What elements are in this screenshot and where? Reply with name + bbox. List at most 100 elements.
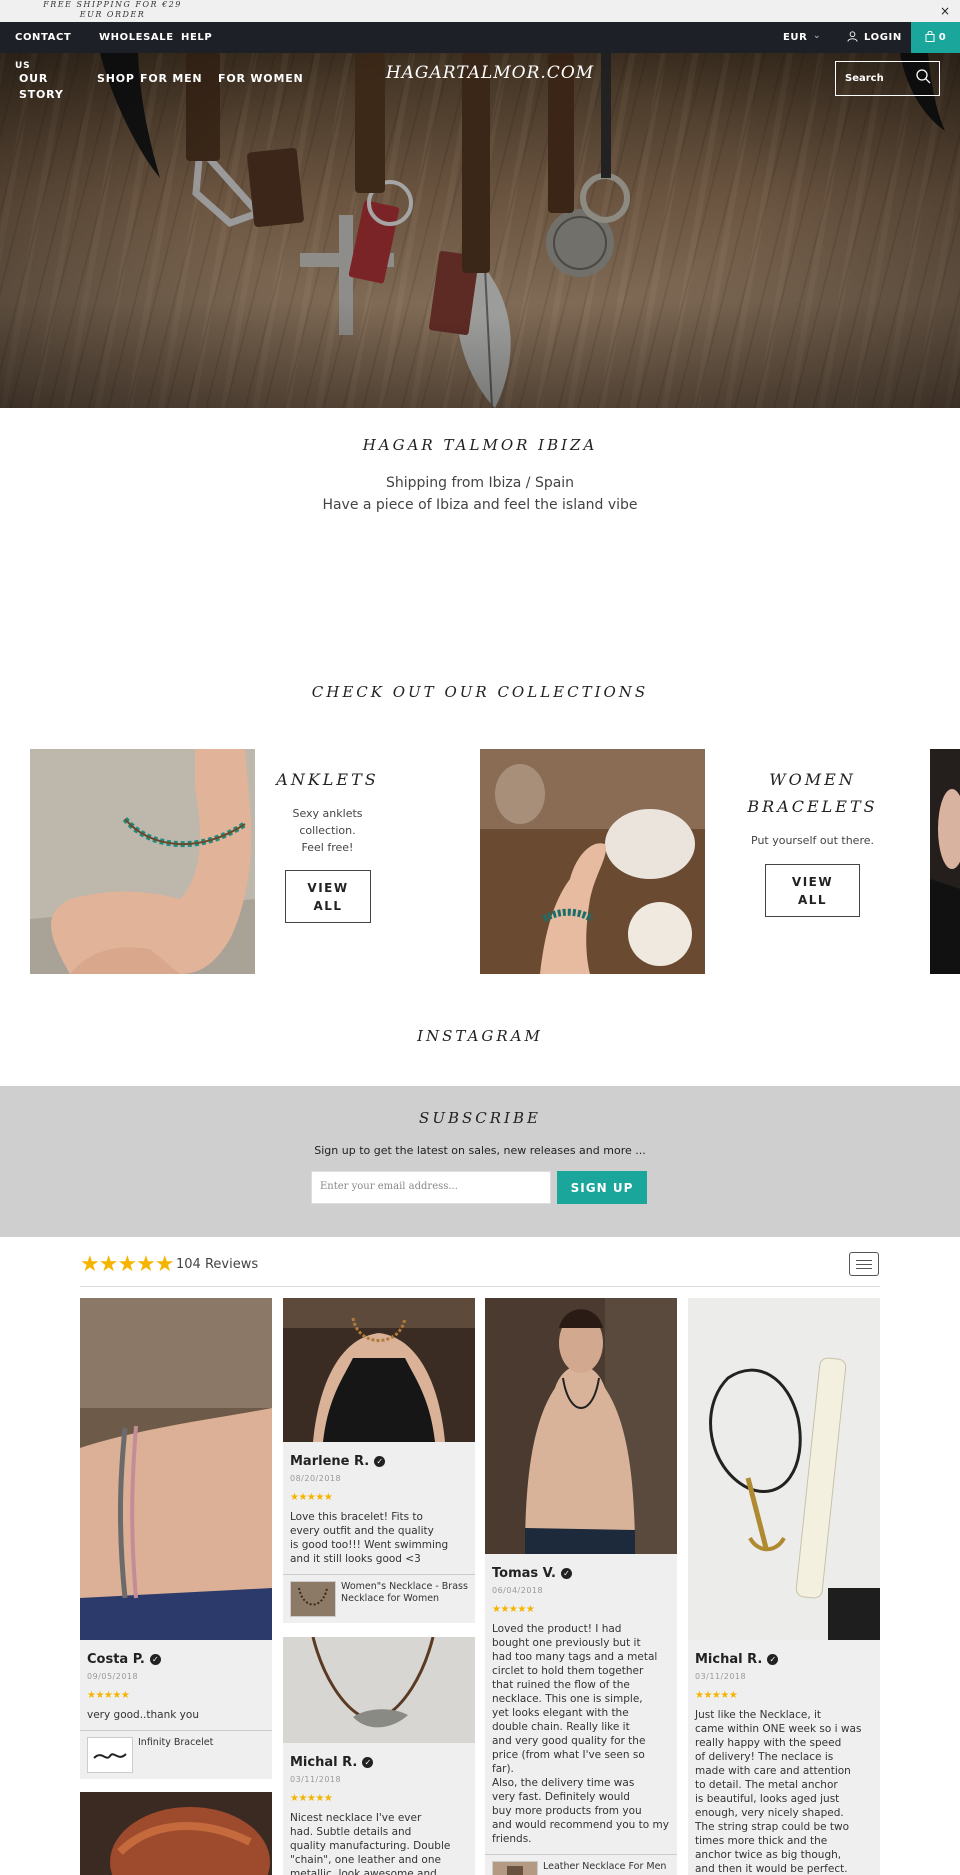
review-product[interactable]: Women"s Necklace - Brass Necklace for Wo…: [283, 1574, 475, 1623]
review-stars: ★★★★★: [290, 1492, 333, 1503]
review-product[interactable]: Leather Necklace For Men: [485, 1854, 677, 1875]
women-bracelets-title-line-2: BRACELETS: [747, 797, 878, 816]
review-card[interactable]: Costa P. ✓ 09/05/2018 ★★★★★ very good..th…: [80, 1298, 272, 1779]
nav-for-women[interactable]: FOR WOMEN: [218, 72, 304, 85]
intro-title: HAGAR TALMOR IBIZA: [362, 436, 598, 454]
hero-overlay: [0, 53, 960, 408]
subscribe-text: Sign up to get the latest on sales, new …: [314, 1144, 646, 1157]
reviewer-name: Costa P.: [87, 1652, 145, 1667]
nav-our[interactable]: OUR: [19, 72, 48, 85]
review-date: 03/11/2018: [695, 1672, 747, 1681]
review-card[interactable]: Michal R. ✓ 03/11/2018 ★★★★★ Just like th…: [688, 1298, 880, 1875]
verified-check-icon: ✓: [767, 1654, 779, 1665]
search-input[interactable]: Search: [845, 73, 884, 84]
product-thumbnail[interactable]: [87, 1737, 133, 1773]
subscribe-section: SUBSCRIBE Sign up to get the latest on s…: [0, 1086, 960, 1237]
review-card[interactable]: Marlene R. ✓ 08/20/2018 ★★★★★ Love this b…: [283, 1298, 475, 1623]
reviewer-name: Marlene R.: [290, 1454, 370, 1469]
product-thumbnail[interactable]: [492, 1861, 538, 1875]
reviews-header: ★★★★★ 104 Reviews: [80, 1252, 880, 1287]
email-field[interactable]: Enter your email address...: [311, 1171, 551, 1204]
review-card[interactable]: [80, 1792, 272, 1875]
nav-shop[interactable]: SHOP: [97, 72, 135, 85]
cart-count: 0: [938, 32, 947, 43]
next-collection-image[interactable]: [930, 749, 960, 974]
anklets-desc-2: collection.: [299, 824, 356, 837]
announcement-text: FREE SHIPPING FOR €29 EUR ORDER: [43, 0, 182, 19]
women-bracelets-view-label: VIEW: [791, 874, 834, 889]
wholesale-link[interactable]: WHOLESALE: [99, 32, 174, 43]
verified-check-icon: ✓: [374, 1456, 386, 1467]
currency-selector[interactable]: EUR: [783, 32, 807, 43]
help-link[interactable]: HELP: [181, 32, 212, 43]
women-bracelets-image[interactable]: [480, 749, 705, 974]
anklets-title: ANKLETS: [276, 770, 379, 789]
anklets-image[interactable]: [30, 749, 255, 974]
review-body: Just like the Necklace, it came within O…: [695, 1709, 862, 1875]
review-stars: ★★★★★: [492, 1604, 535, 1615]
reviews-rating-stars: ★★★★★: [80, 1252, 175, 1277]
intro-line-2: Have a piece of Ibiza and feel the islan…: [322, 497, 638, 513]
reviews-menu-icon[interactable]: [849, 1252, 879, 1276]
reviewer-name: Michal R.: [695, 1652, 763, 1667]
reviewer-name: Tomas V.: [492, 1566, 556, 1581]
product-name[interactable]: Women"s Necklace - Brass Necklace for Wo…: [341, 1581, 468, 1617]
review-body: Loved the product! I had bought one prev…: [492, 1623, 669, 1845]
women-bracelets-desc: Put yourself out there.: [751, 834, 874, 847]
product-name[interactable]: Leather Necklace For Men: [543, 1861, 666, 1875]
nav-story[interactable]: STORY: [19, 88, 64, 101]
review-date: 03/11/2018: [290, 1775, 342, 1784]
women-bracelets-view-all-button[interactable]: VIEW ALL: [765, 864, 860, 917]
login-link[interactable]: LOGIN: [864, 32, 902, 43]
review-photo: [80, 1298, 272, 1640]
verified-check-icon: ✓: [149, 1654, 161, 1665]
verified-check-icon: ✓: [560, 1568, 572, 1579]
nav-for-men[interactable]: FOR MEN: [140, 72, 202, 85]
review-date: 06/04/2018: [492, 1586, 544, 1595]
cart-button[interactable]: 0: [911, 22, 960, 53]
chevron-down-icon: ⌄: [813, 31, 822, 41]
review-stars: ★★★★★: [87, 1690, 130, 1701]
sign-up-button[interactable]: SIGN UP: [557, 1171, 647, 1204]
anklets-view-label: VIEW: [307, 880, 349, 895]
product-name[interactable]: Infinity Bracelet: [138, 1737, 213, 1773]
review-product[interactable]: Infinity Bracelet: [80, 1730, 272, 1779]
product-thumbnail[interactable]: [290, 1581, 336, 1617]
review-card[interactable]: Tomas V. ✓ 06/04/2018 ★★★★★ Loved the pro…: [485, 1298, 677, 1875]
intro-line-1: Shipping from Ibiza / Spain: [385, 475, 575, 491]
review-body: Nicest necklace I've ever had. Subtle de…: [290, 1812, 451, 1875]
verified-check-icon: ✓: [362, 1757, 374, 1768]
review-photo: [485, 1298, 677, 1554]
site-logo[interactable]: HAGARTALMOR.COM: [350, 63, 630, 83]
search-box[interactable]: Search: [835, 61, 940, 96]
anklets-all-label: ALL: [313, 898, 343, 913]
nav-us[interactable]: US: [15, 61, 30, 71]
anklets-view-all-button[interactable]: VIEW ALL: [285, 870, 371, 923]
instagram-title: INSTAGRAM: [417, 1027, 543, 1045]
review-stars: ★★★★★: [695, 1690, 738, 1701]
review-date: 09/05/2018: [87, 1672, 139, 1681]
review-body: Love this bracelet! Fits to every outfit…: [290, 1511, 449, 1565]
review-stars: ★★★★★: [290, 1793, 333, 1804]
women-bracelets-title-line-1: WOMEN: [769, 770, 856, 789]
review-body: very good..thank you: [87, 1709, 199, 1721]
hero-banner: US OUR STORY SHOP FOR MEN FOR WOMEN HAGA…: [0, 53, 960, 408]
subscribe-title: SUBSCRIBE: [419, 1109, 541, 1127]
contact-link[interactable]: CONTACT: [15, 32, 71, 43]
review-card[interactable]: Michal R. ✓ 03/11/2018 ★★★★★ Nicest neckl…: [283, 1637, 475, 1875]
user-icon[interactable]: [847, 31, 858, 45]
women-bracelets-all-label: ALL: [797, 892, 828, 907]
anklets-desc-1: Sexy anklets: [292, 807, 363, 820]
anklets-desc-3: Feel free!: [301, 841, 354, 854]
close-icon[interactable]: ×: [940, 4, 950, 18]
reviews-count[interactable]: 104 Reviews: [176, 1257, 258, 1272]
review-photo: [688, 1298, 880, 1640]
top-bar: CONTACT WHOLESALE HELP EUR ⌄ LOGIN 0: [0, 22, 960, 53]
search-icon[interactable]: [916, 69, 931, 88]
reviewer-name: Michal R.: [290, 1755, 358, 1770]
review-photo: [283, 1637, 475, 1743]
review-photo: [283, 1298, 475, 1442]
review-photo: [80, 1792, 272, 1875]
announcement-bar: FREE SHIPPING FOR €29 EUR ORDER ×: [0, 0, 960, 22]
collections-title: CHECK OUT OUR COLLECTIONS: [311, 683, 649, 701]
